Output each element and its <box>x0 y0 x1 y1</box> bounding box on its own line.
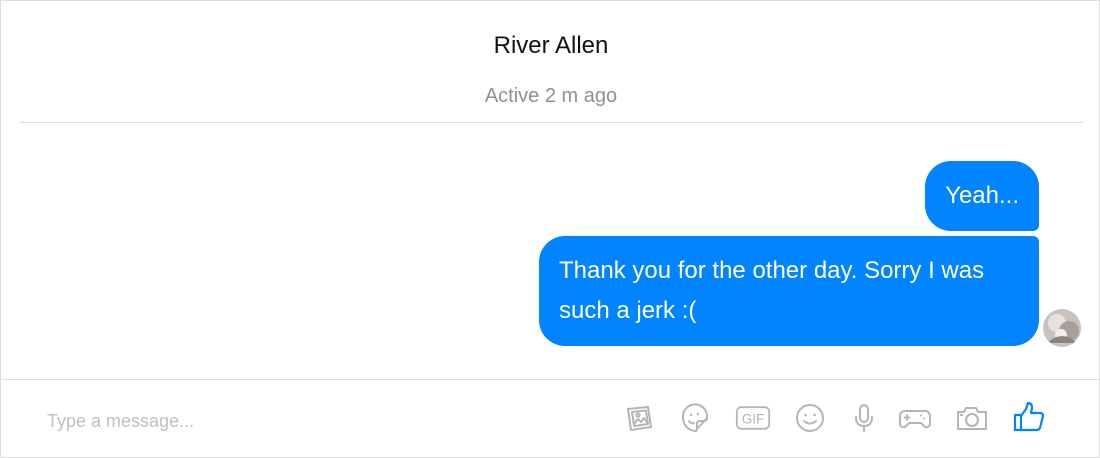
gif-label: GIF <box>742 411 765 426</box>
gif-button[interactable]: GIF <box>735 400 771 436</box>
chat-header: River Allen Active 2 m ago <box>19 1 1083 123</box>
message-input[interactable] <box>45 406 449 436</box>
sticker-icon <box>681 403 708 432</box>
camera-icon <box>957 407 987 430</box>
composer-bar: GIF <box>1 379 1099 458</box>
message-bubble[interactable]: Thank you for the other day. Sorry I was… <box>539 236 1039 346</box>
games-button[interactable] <box>897 400 933 436</box>
message-thread: Yeah... Thank you for the other day. Sor… <box>19 123 1083 378</box>
gif-icon: GIF <box>735 406 771 430</box>
chat-window: River Allen Active 2 m ago Yeah... Thank… <box>0 0 1100 458</box>
photo-icon <box>627 406 652 431</box>
contact-name[interactable]: River Allen <box>19 32 1083 60</box>
camera-button[interactable] <box>954 400 990 436</box>
sticker-button[interactable] <box>677 400 713 436</box>
game-controller-icon <box>899 410 931 429</box>
emoji-button[interactable] <box>792 400 828 436</box>
emoji-icon <box>796 404 824 432</box>
message-bubble[interactable]: Yeah... <box>925 161 1039 231</box>
thumbs-up-icon <box>1013 401 1045 432</box>
microphone-icon <box>855 404 873 432</box>
active-status: Active 2 m ago <box>484 85 618 107</box>
like-button[interactable] <box>1011 400 1047 436</box>
avatar[interactable] <box>1043 309 1081 347</box>
photo-button[interactable] <box>621 400 657 436</box>
voice-clip-button[interactable] <box>846 400 882 436</box>
message-text: Thank you for the other day. Sorry I was… <box>559 257 985 324</box>
